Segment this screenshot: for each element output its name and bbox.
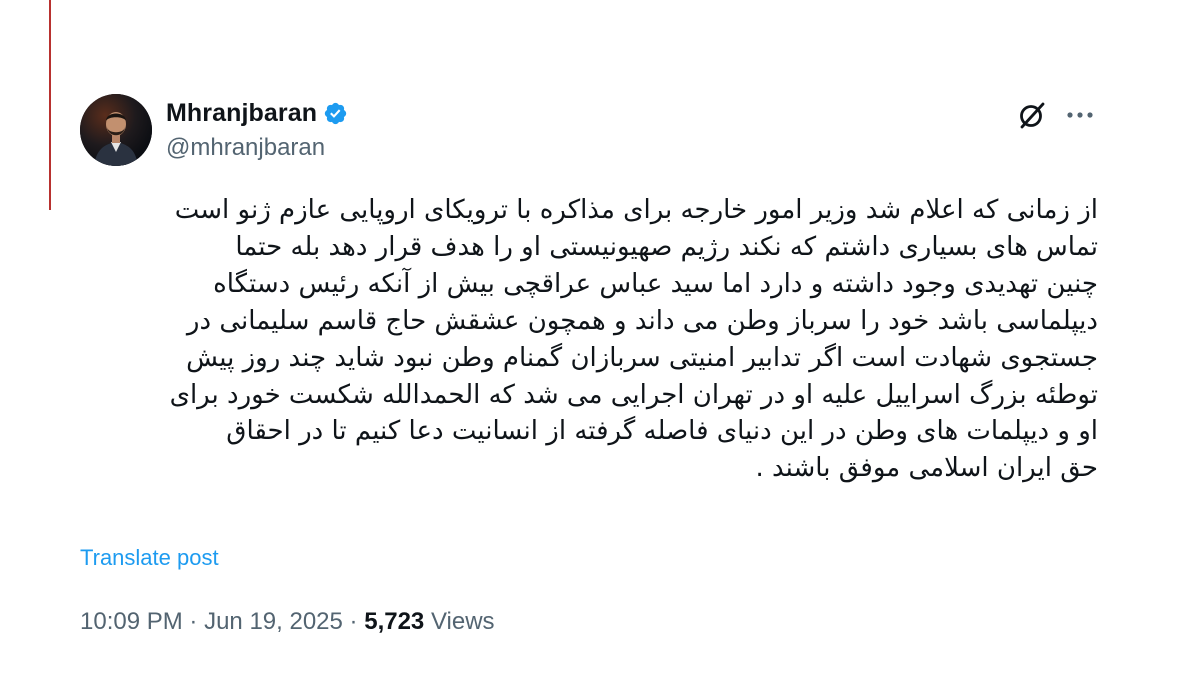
- meta-separator: ·: [189, 608, 198, 635]
- avatar-portrait-icon: [80, 94, 152, 166]
- tweet-text-line: دیپلماسی باشد خود را سرباز وطن می داند و…: [186, 305, 1098, 336]
- translate-post-link[interactable]: Translate post: [80, 545, 219, 571]
- tweet-text-line: جستجوی شهادت است اگر تدابیر امنیتی سرباز…: [186, 342, 1098, 373]
- tweet-text-line: تماس های بسیاری داشتم که نکند رژیم صهیون…: [235, 231, 1098, 262]
- views-count[interactable]: 5,723: [364, 608, 424, 635]
- tweet-text-line: از زمانی که اعلام شد وزیر امور خارجه برا…: [174, 195, 1098, 225]
- meta-separator: ·: [349, 608, 358, 635]
- tweet-page: Mhranjbaran @mhranjbaran از زمانی که اعل…: [0, 0, 1181, 687]
- author-name-row[interactable]: Mhranjbaran: [166, 99, 348, 127]
- grok-icon[interactable]: [1016, 98, 1050, 132]
- tweet-text-line: او و دیپلمات های وطن در این دنیای فاصله …: [226, 416, 1098, 447]
- tweet-text-line: حق ایران اسلامی موفق باشند .: [755, 453, 1099, 484]
- post-time[interactable]: 10:09 PM: [80, 608, 183, 635]
- tweet-text-line: توطئه بزرگ اسراییل علیه او در تهران اجرا…: [169, 379, 1098, 410]
- tweet-text: از زمانی که اعلام شد وزیر امور خارجه برا…: [78, 192, 1098, 487]
- verified-badge-icon[interactable]: [323, 101, 348, 126]
- author-display-name[interactable]: Mhranjbaran: [166, 99, 317, 128]
- left-border-line: [49, 0, 51, 210]
- views-label: Views: [430, 608, 495, 635]
- post-date[interactable]: Jun 19, 2025: [204, 608, 343, 635]
- more-options-icon[interactable]: [1062, 100, 1098, 130]
- author-handle[interactable]: @mhranjbaran: [166, 134, 325, 162]
- avatar[interactable]: [80, 94, 152, 166]
- tweet-text-line: چنین تهدیدی وجود داشته و دارد اما سید عب…: [213, 268, 1098, 299]
- tweet-meta: 10:09 PM · Jun 19, 2025 · 5,723 Views: [80, 608, 495, 636]
